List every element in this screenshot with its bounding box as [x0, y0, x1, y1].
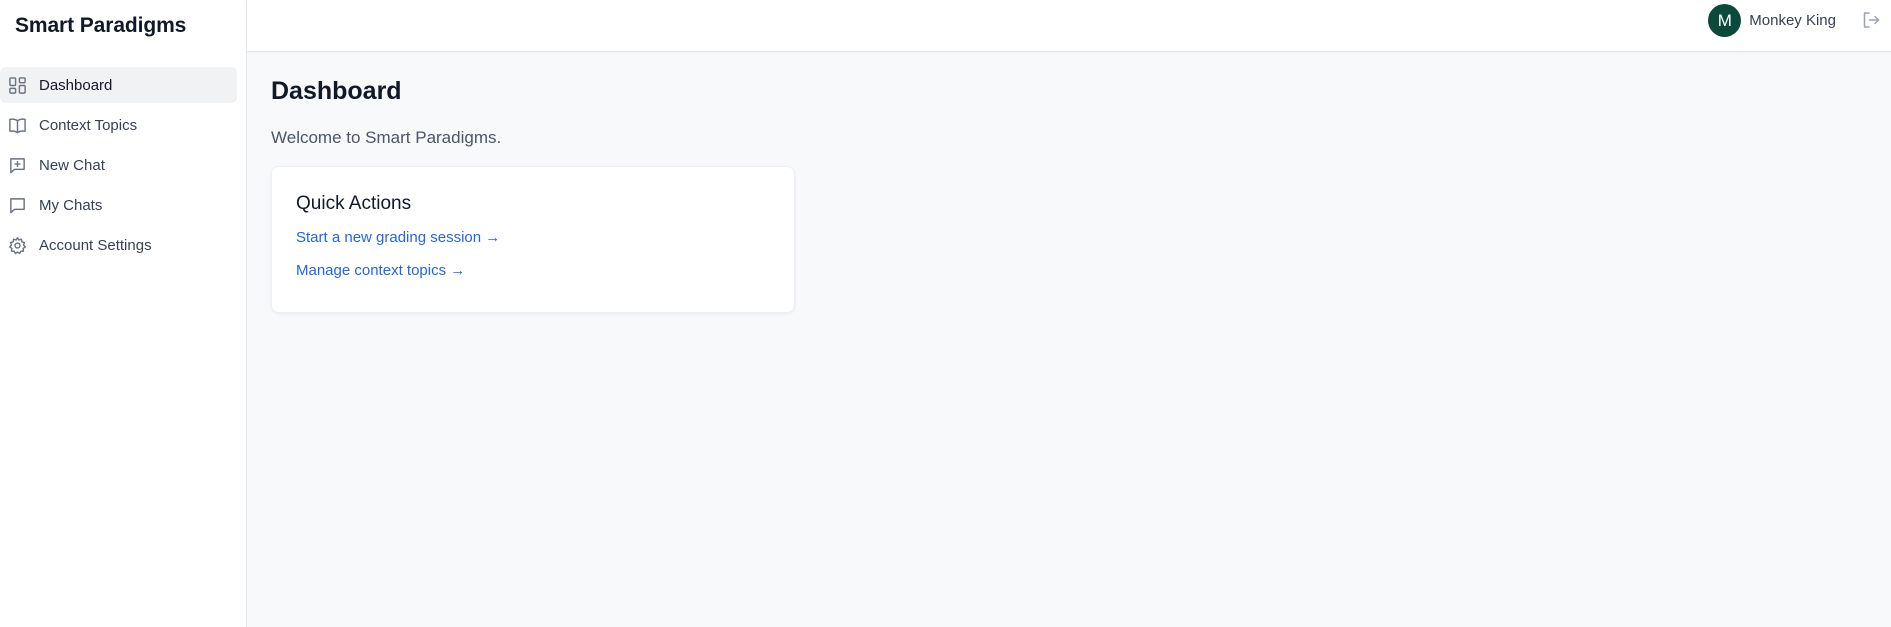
user-menu[interactable]: M Monkey King	[1708, 4, 1836, 37]
user-name: Monkey King	[1749, 12, 1836, 29]
sidebar-item-context-topics[interactable]: Context Topics	[0, 107, 237, 143]
gear-icon	[7, 235, 27, 255]
quick-actions-title: Quick Actions	[296, 193, 412, 214]
main-content: Dashboard Welcome to Smart Paradigms. Qu…	[271, 52, 795, 313]
sidebar-item-label: Context Topics	[39, 116, 138, 134]
sidebar-item-dashboard[interactable]: Dashboard	[0, 67, 237, 103]
top-bar: M Monkey King	[247, 0, 1891, 52]
sidebar-item-account-settings[interactable]: Account Settings	[0, 227, 237, 263]
page-title: Dashboard	[271, 77, 402, 105]
welcome-text: Welcome to Smart Paradigms.	[271, 128, 502, 147]
avatar: M	[1708, 4, 1742, 37]
sidebar-item-my-chats[interactable]: My Chats	[0, 187, 237, 223]
sidebar: Smart Paradigms Dashboard Context Topics…	[0, 0, 247, 627]
manage-context-topics-link[interactable]: Manage context topics →	[296, 262, 770, 279]
book-icon	[7, 115, 27, 135]
sidebar-item-label: New Chat	[39, 156, 105, 174]
new-chat-icon	[7, 155, 27, 175]
dashboard-icon	[7, 75, 27, 95]
start-grading-session-link[interactable]: Start a new grading session →	[296, 229, 770, 246]
logout-icon	[1861, 12, 1881, 34]
sidebar-item-label: Dashboard	[39, 76, 113, 94]
sidebar-item-label: My Chats	[39, 196, 103, 214]
quick-actions-card: Quick Actions Start a new grading sessio…	[271, 166, 795, 313]
app-title: Smart Paradigms	[15, 14, 187, 37]
sidebar-item-label: Account Settings	[39, 236, 152, 254]
chat-icon	[7, 195, 27, 215]
sidebar-nav: Dashboard Context Topics New Chat My Cha…	[0, 67, 246, 263]
logout-button[interactable]	[1861, 10, 1881, 30]
sidebar-item-new-chat[interactable]: New Chat	[0, 147, 237, 183]
